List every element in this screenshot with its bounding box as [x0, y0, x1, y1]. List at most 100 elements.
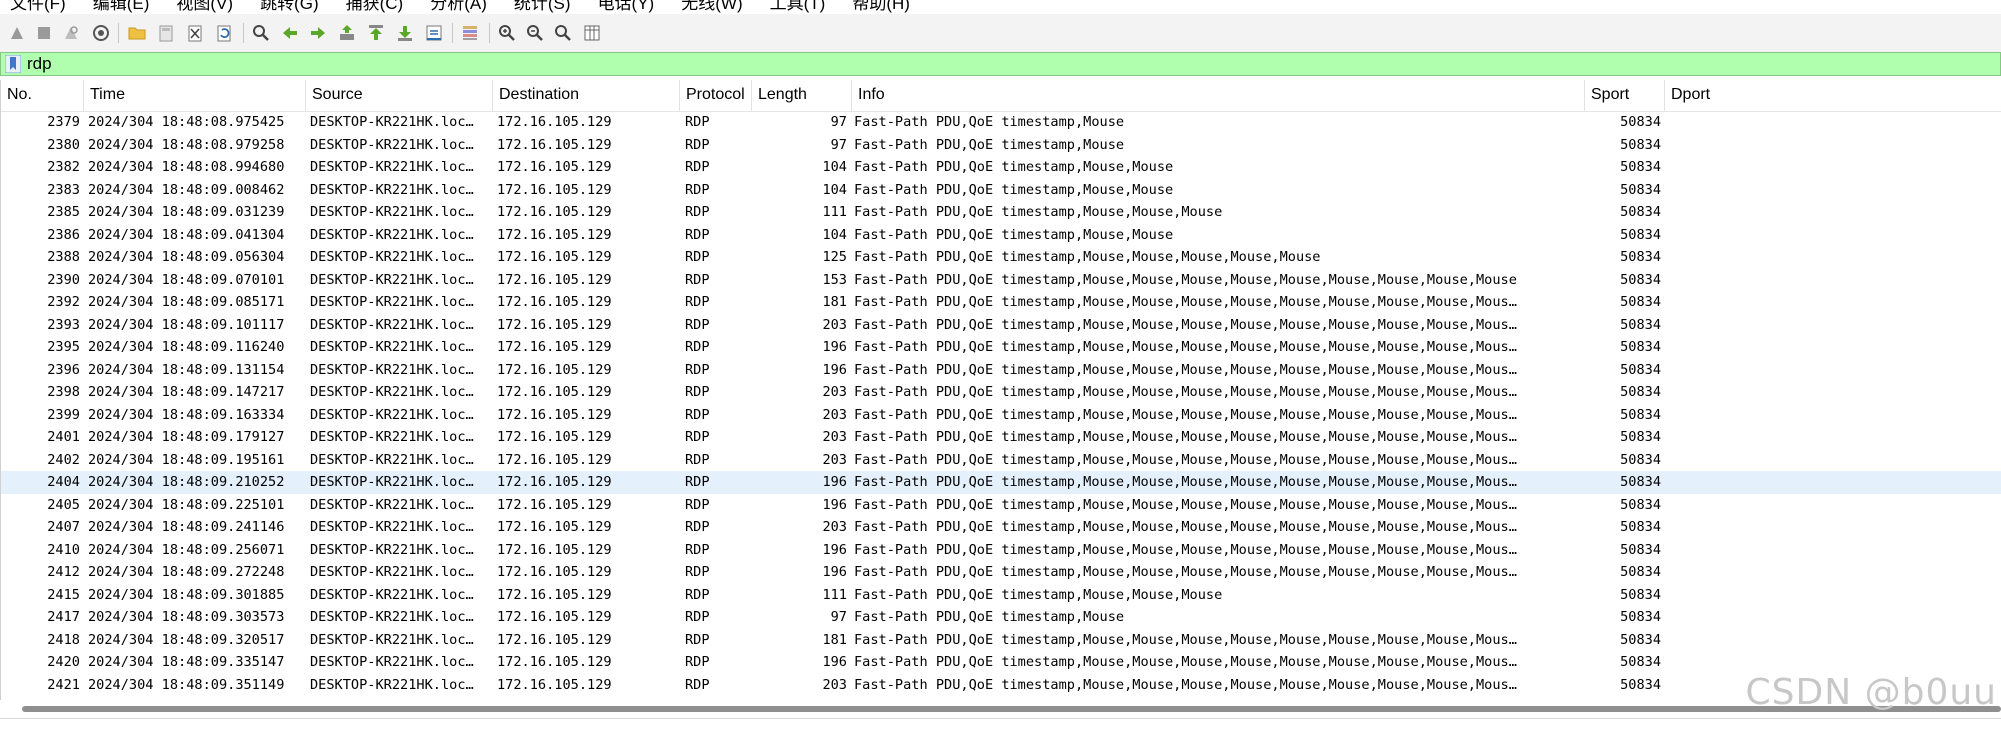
column-header-time[interactable]: Time: [84, 80, 306, 111]
packet-row[interactable]: 2417 2024/304 18:48:09.303573 DESKTOP-KR22…: [1, 606, 2001, 629]
display-filter-bar: [0, 52, 2001, 76]
cell-sport: 50834: [1620, 361, 1661, 378]
packet-row[interactable]: 2402 2024/304 18:48:09.195161 DESKTOP-KR22…: [1, 449, 2001, 472]
resize-columns-icon[interactable]: [581, 22, 603, 44]
go-forward-icon[interactable]: [307, 22, 329, 44]
cell-time: 2024/304 18:48:09.303573: [88, 609, 285, 625]
cell-no: 2421: [47, 676, 80, 693]
cell-no: 2417: [47, 609, 80, 625]
close-file-icon[interactable]: [184, 22, 206, 44]
cell-no: 2410: [47, 541, 80, 558]
cell-info: Fast-Path PDU,QoE timestamp,Mouse,Mouse,…: [854, 496, 1517, 513]
menu-item[interactable]: 捕获(C): [346, 0, 404, 14]
cell-sport: 50834: [1620, 586, 1661, 603]
display-filter-input[interactable]: [27, 54, 1987, 74]
restart-capture-icon[interactable]: [60, 22, 82, 44]
cell-time: 2024/304 18:48:09.301885: [88, 586, 285, 603]
menu-item[interactable]: 视图(V): [176, 0, 233, 14]
cell-source: DESKTOP-KR221HK.loc…: [310, 406, 474, 423]
cell-time: 2024/304 18:48:09.320517: [88, 631, 285, 648]
packet-row[interactable]: 2418 2024/304 18:48:09.320517 DESKTOP-KR22…: [1, 629, 2001, 652]
menu-item[interactable]: 文件(F): [10, 0, 66, 14]
packet-row[interactable]: 2405 2024/304 18:48:09.225101 DESKTOP-KR22…: [1, 494, 2001, 517]
packet-row[interactable]: 2415 2024/304 18:48:09.301885 DESKTOP-KR22…: [1, 584, 2001, 607]
packet-row[interactable]: 2399 2024/304 18:48:09.163334 DESKTOP-KR22…: [1, 404, 2001, 427]
cell-sport: 50834: [1620, 564, 1661, 580]
go-to-packet-icon[interactable]: [336, 22, 358, 44]
packet-row[interactable]: 2388 2024/304 18:48:09.056304 DESKTOP-KR22…: [1, 246, 2001, 269]
column-header-dport[interactable]: Dport: [1665, 80, 2001, 111]
packet-row[interactable]: 2393 2024/304 18:48:09.101117 DESKTOP-KR22…: [1, 314, 2001, 337]
column-header-protocol[interactable]: Protocol: [680, 80, 752, 111]
packet-list: No. Time Source Destination Protocol Len…: [0, 80, 2001, 700]
first-packet-icon[interactable]: [365, 22, 387, 44]
packet-row[interactable]: 2396 2024/304 18:48:09.131154 DESKTOP-KR22…: [1, 359, 2001, 382]
packet-row[interactable]: 2420 2024/304 18:48:09.335147 DESKTOP-KR22…: [1, 651, 2001, 674]
packet-row[interactable]: 2392 2024/304 18:48:09.085171 DESKTOP-KR22…: [1, 291, 2001, 314]
zoom-in-icon[interactable]: [496, 22, 518, 44]
column-header-source[interactable]: Source: [306, 80, 493, 111]
cell-info: Fast-Path PDU,QoE timestamp,Mouse,Mouse,…: [854, 316, 1517, 333]
autoscroll-icon[interactable]: [423, 22, 445, 44]
cell-protocol: RDP: [685, 609, 710, 625]
go-back-icon[interactable]: [279, 22, 301, 44]
cell-destination: 172.16.105.129: [497, 271, 612, 288]
column-header-no[interactable]: No.: [1, 80, 84, 111]
normal-size-icon[interactable]: [552, 22, 574, 44]
packet-row[interactable]: 2382 2024/304 18:48:08.994680 DESKTOP-KR22…: [1, 156, 2001, 179]
cell-destination: 172.16.105.129: [497, 204, 612, 220]
menu-item[interactable]: 帮助(H): [852, 0, 910, 14]
packet-row[interactable]: 2404 2024/304 18:48:09.210252 DESKTOP-KR22…: [1, 471, 2001, 494]
cell-time: 2024/304 18:48:09.056304: [88, 249, 285, 265]
start-capture-icon[interactable]: [6, 22, 28, 44]
reload-file-icon[interactable]: [213, 22, 235, 44]
cell-protocol: RDP: [685, 451, 710, 468]
packet-row[interactable]: 2412 2024/304 18:48:09.272248 DESKTOP-KR22…: [1, 561, 2001, 584]
stop-capture-icon[interactable]: [33, 22, 55, 44]
cell-protocol: RDP: [685, 406, 710, 423]
menu-item[interactable]: 统计(S): [514, 0, 571, 14]
menu-item[interactable]: 跳转(G): [260, 0, 319, 14]
cell-info: Fast-Path PDU,QoE timestamp,Mouse: [854, 609, 1125, 625]
menu-item[interactable]: 无线(W): [681, 0, 742, 14]
colorize-icon[interactable]: [459, 22, 481, 44]
column-header-length[interactable]: Length: [752, 80, 852, 111]
packet-row[interactable]: 2380 2024/304 18:48:08.979258 DESKTOP-KR22…: [1, 134, 2001, 157]
zoom-out-icon[interactable]: [524, 22, 546, 44]
cell-time: 2024/304 18:48:09.272248: [88, 564, 285, 580]
cell-no: 2399: [47, 406, 80, 423]
capture-options-icon[interactable]: [90, 22, 112, 44]
cell-length: 203: [822, 429, 847, 445]
horizontal-scrollbar[interactable]: [22, 706, 2001, 712]
menu-item[interactable]: 电话(Y): [598, 0, 655, 14]
find-packet-icon[interactable]: [250, 22, 272, 44]
packet-row[interactable]: 2390 2024/304 18:48:09.070101 DESKTOP-KR22…: [1, 269, 2001, 292]
cell-destination: 172.16.105.129: [497, 406, 612, 423]
last-packet-icon[interactable]: [394, 22, 416, 44]
packet-row[interactable]: 2385 2024/304 18:48:09.031239 DESKTOP-KR22…: [1, 201, 2001, 224]
cell-source: DESKTOP-KR221HK.loc…: [310, 181, 474, 198]
packet-row[interactable]: 2407 2024/304 18:48:09.241146 DESKTOP-KR22…: [1, 516, 2001, 539]
cell-info: Fast-Path PDU,QoE timestamp,Mouse,Mouse,…: [854, 676, 1517, 693]
cell-sport: 50834: [1620, 136, 1661, 153]
cell-destination: 172.16.105.129: [497, 384, 612, 400]
packet-row[interactable]: 2383 2024/304 18:48:09.008462 DESKTOP-KR22…: [1, 179, 2001, 202]
bookmark-icon[interactable]: [4, 54, 22, 74]
packet-row[interactable]: 2379 2024/304 18:48:08.975425 DESKTOP-KR22…: [1, 111, 2001, 134]
save-file-icon[interactable]: [155, 22, 177, 44]
packet-row[interactable]: 2398 2024/304 18:48:09.147217 DESKTOP-KR22…: [1, 381, 2001, 404]
packet-row[interactable]: 2410 2024/304 18:48:09.256071 DESKTOP-KR22…: [1, 539, 2001, 562]
open-file-icon[interactable]: [126, 22, 148, 44]
packet-row[interactable]: 2386 2024/304 18:48:09.041304 DESKTOP-KR22…: [1, 224, 2001, 247]
menu-item[interactable]: 工具(T): [770, 0, 826, 14]
column-header-destination[interactable]: Destination: [493, 80, 680, 111]
packet-row[interactable]: 2401 2024/304 18:48:09.179127 DESKTOP-KR22…: [1, 426, 2001, 449]
cell-source: DESKTOP-KR221HK.loc…: [310, 586, 474, 603]
packet-row[interactable]: 2421 2024/304 18:48:09.351149 DESKTOP-KR22…: [1, 674, 2001, 697]
menu-item[interactable]: 分析(A): [430, 0, 487, 14]
packet-row[interactable]: 2395 2024/304 18:48:09.116240 DESKTOP-KR22…: [1, 336, 2001, 359]
cell-protocol: RDP: [685, 181, 710, 198]
column-header-info[interactable]: Info: [852, 80, 1585, 111]
menu-item[interactable]: 编辑(E): [93, 0, 150, 14]
column-header-sport[interactable]: Sport: [1585, 80, 1665, 111]
